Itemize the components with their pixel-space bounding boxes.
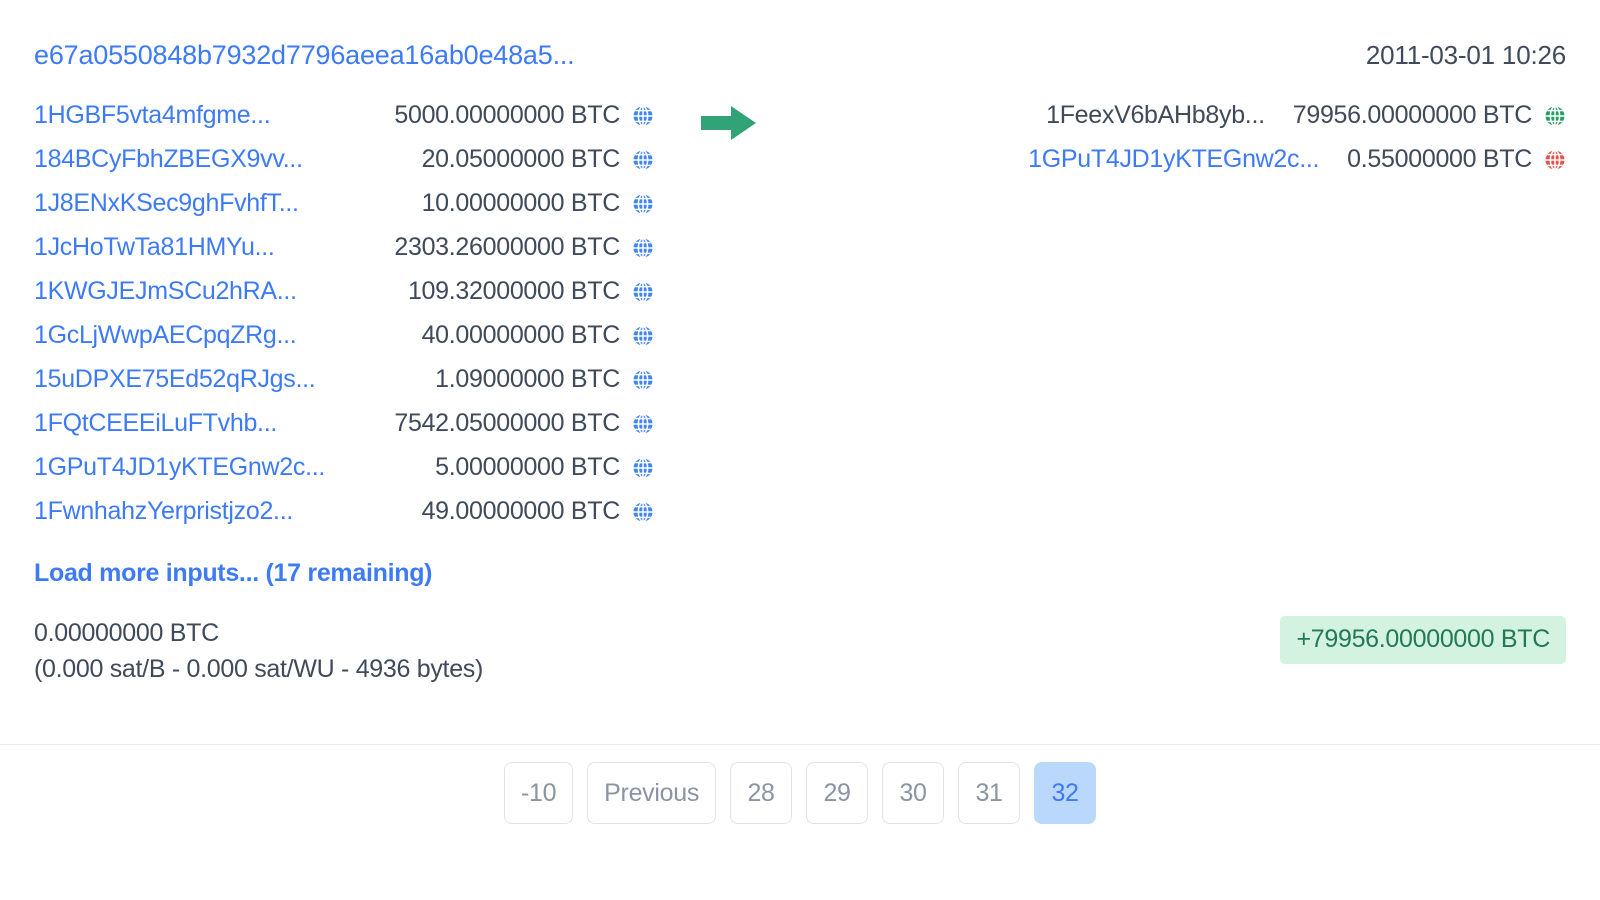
fee-summary: 0.00000000 BTC (0.000 sat/B - 0.000 sat/… [34,616,483,687]
address-link[interactable]: 1HGBF5vta4mfgme... [34,101,271,130]
pagination: -10 Previous 28 29 30 31 32 [0,762,1600,824]
amount-value: 5.00000000 BTC [435,452,620,481]
globe-icon[interactable] [632,501,654,523]
address-link[interactable]: 15uDPXE75Ed52qRJgs... [34,365,316,394]
globe-icon[interactable] [1544,149,1566,171]
globe-icon[interactable] [632,457,654,479]
io-row: 1FQtCEEEiLuFTvhb... 7542.05000000 BTC [34,401,654,445]
io-row: 1GcLjWwpAECpqZRg... 40.00000000 BTC [34,313,654,357]
io-row: 1HGBF5vta4mfgme... 5000.00000000 BTC [34,93,654,137]
fee-amount: 0.00000000 BTC [34,619,219,647]
transaction-hash-link[interactable]: e67a0550848b7932d7796aeea16ab0e48a5... [34,40,575,71]
globe-icon[interactable] [632,325,654,347]
io-row: 15uDPXE75Ed52qRJgs... 1.09000000 BTC [34,357,654,401]
address-link[interactable]: 1GPuT4JD1yKTEGnw2c... [34,453,325,482]
globe-icon[interactable] [632,193,654,215]
amount-value: 20.05000000 BTC [421,144,621,173]
amount-value: 40.00000000 BTC [421,320,621,349]
flow-arrow [654,93,804,148]
footer-divider [0,744,1600,745]
io-row: 1J8ENxKSec9ghFvhfT... 10.00000000 BTC [34,181,654,225]
pagination-button-32[interactable]: 32 [1034,762,1097,824]
amount-value: 2303.26000000 BTC [394,232,620,261]
globe-icon[interactable] [632,105,654,127]
io-row: 1GPuT4JD1yKTEGnw2c... 0.55000000 BTC [946,137,1566,181]
transaction-footer: 0.00000000 BTC (0.000 sat/B - 0.000 sat/… [0,588,1600,687]
amount-value: 1.09000000 BTC [435,364,620,393]
io-row: 184BCyFbhZBEGX9vv... 20.05000000 BTC [34,137,654,181]
io-row: 1GPuT4JD1yKTEGnw2c... 5.00000000 BTC [34,445,654,489]
amount-value: 109.32000000 BTC [407,276,620,305]
pagination-button-previous[interactable]: Previous [587,762,717,824]
globe-icon[interactable] [632,149,654,171]
address-link[interactable]: 1FQtCEEEiLuFTvhb... [34,409,277,438]
io-row: 1FwnhahzYerpristjzo2... 49.00000000 BTC [34,489,654,533]
address-link[interactable]: 1JcHoTwTa81HMYu... [34,233,275,262]
pagination-button-30[interactable]: 30 [882,762,945,824]
right-arrow-icon [701,103,757,148]
amount-value: 49.00000000 BTC [421,496,621,525]
address-link[interactable]: 1FwnhahzYerpristjzo2... [34,497,293,526]
amount-value: 0.55000000 BTC [1347,144,1532,173]
transaction-io-body: 1HGBF5vta4mfgme... 5000.00000000 BTC 184BC… [0,71,1600,533]
io-row: 1FeexV6bAHb8yb... 79956.00000000 BTC [946,93,1566,137]
address-link[interactable]: 1GPuT4JD1yKTEGnw2c... [1028,145,1319,174]
fee-details: (0.000 sat/B - 0.000 sat/WU - 4936 bytes… [34,654,484,683]
address-link[interactable]: 1GcLjWwpAECpqZRg... [34,321,297,350]
load-more-container: Load more inputs... (17 remaining) [0,533,1600,588]
address-text: 1FeexV6bAHb8yb... [1046,100,1265,129]
address-link[interactable]: 1KWGJEJmSCu2hRA... [34,277,297,306]
pagination-button--10[interactable]: -10 [503,762,574,824]
amount-value: 79956.00000000 BTC [1292,100,1533,129]
io-row: 1JcHoTwTa81HMYu... 2303.26000000 BTC [34,225,654,269]
address-link[interactable]: 184BCyFbhZBEGX9vv... [34,145,303,174]
transaction-card: e67a0550848b7932d7796aeea16ab0e48a5... 2… [0,0,1600,900]
pagination-button-31[interactable]: 31 [958,762,1021,824]
globe-icon[interactable] [632,369,654,391]
pagination-button-29[interactable]: 29 [806,762,869,824]
amount-value: 10.00000000 BTC [421,188,621,217]
pagination-button-28[interactable]: 28 [730,762,793,824]
io-row: 1KWGJEJmSCu2hRA... 109.32000000 BTC [34,269,654,313]
address-link[interactable]: 1J8ENxKSec9ghFvhfT... [34,189,299,218]
inputs-column: 1HGBF5vta4mfgme... 5000.00000000 BTC 184BC… [34,93,654,533]
amount-value: 7542.05000000 BTC [394,408,620,437]
transaction-header: e67a0550848b7932d7796aeea16ab0e48a5... 2… [0,0,1600,71]
load-more-inputs-link[interactable]: Load more inputs... (17 remaining) [34,559,432,587]
transaction-timestamp: 2011-03-01 10:26 [1365,40,1566,70]
globe-icon[interactable] [632,281,654,303]
total-output-badge: +79956.00000000 BTC [1280,616,1566,664]
outputs-column: 1FeexV6bAHb8yb... 79956.00000000 BTC 1GPuT… [946,93,1566,181]
globe-icon[interactable] [632,413,654,435]
globe-icon[interactable] [632,237,654,259]
globe-icon[interactable] [1544,105,1566,127]
amount-value: 5000.00000000 BTC [394,100,620,129]
